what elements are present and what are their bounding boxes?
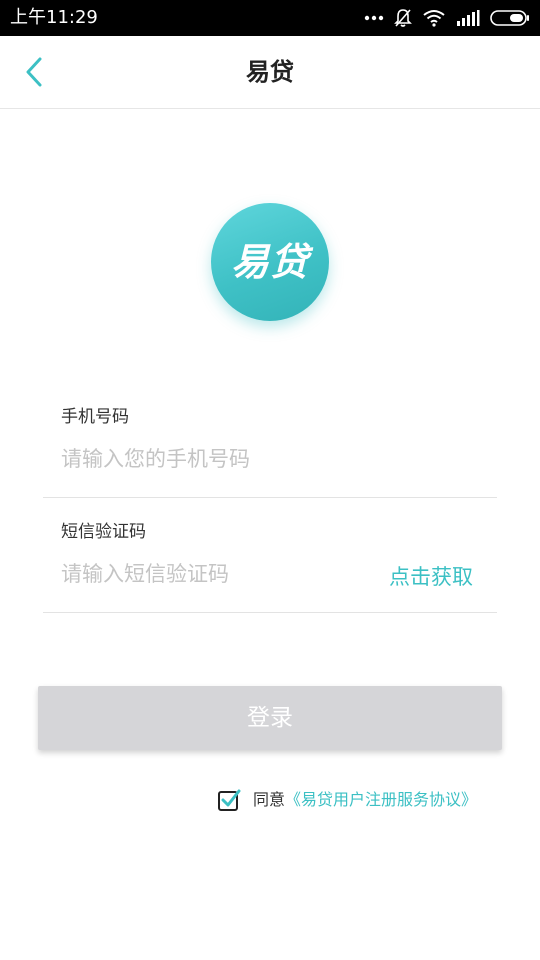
agreement-link[interactable]: 《易贷用户注册服务协议》: [285, 787, 477, 813]
agreement-row: 同意 《易贷用户注册服务协议》: [217, 787, 477, 813]
agreement-prefix: 同意: [253, 790, 286, 809]
status-icons: [364, 8, 530, 28]
app-header: 易贷: [0, 36, 540, 109]
sms-code-input[interactable]: [61, 559, 361, 589]
status-time: 上午11:29: [10, 7, 98, 28]
login-button[interactable]: 登录: [38, 686, 502, 750]
get-code-button[interactable]: 点击获取: [389, 562, 473, 592]
signal-icon: [457, 10, 480, 26]
phone-divider: [43, 497, 497, 498]
phone-label: 手机号码: [61, 407, 129, 427]
bell-muted-icon: [394, 9, 412, 27]
more-dots-icon: [364, 15, 384, 21]
battery-icon: [490, 10, 529, 26]
page-title: 易贷: [246, 58, 294, 86]
sms-divider: [43, 612, 497, 613]
status-bar: 上午11:29: [0, 0, 540, 36]
agreement-checkbox[interactable]: [217, 788, 241, 812]
app-logo: 易贷: [211, 203, 329, 321]
sms-code-label: 短信验证码: [61, 522, 146, 542]
phone-input[interactable]: [61, 444, 491, 474]
wifi-icon: [423, 10, 445, 27]
logo-text: 易贷: [230, 240, 309, 284]
